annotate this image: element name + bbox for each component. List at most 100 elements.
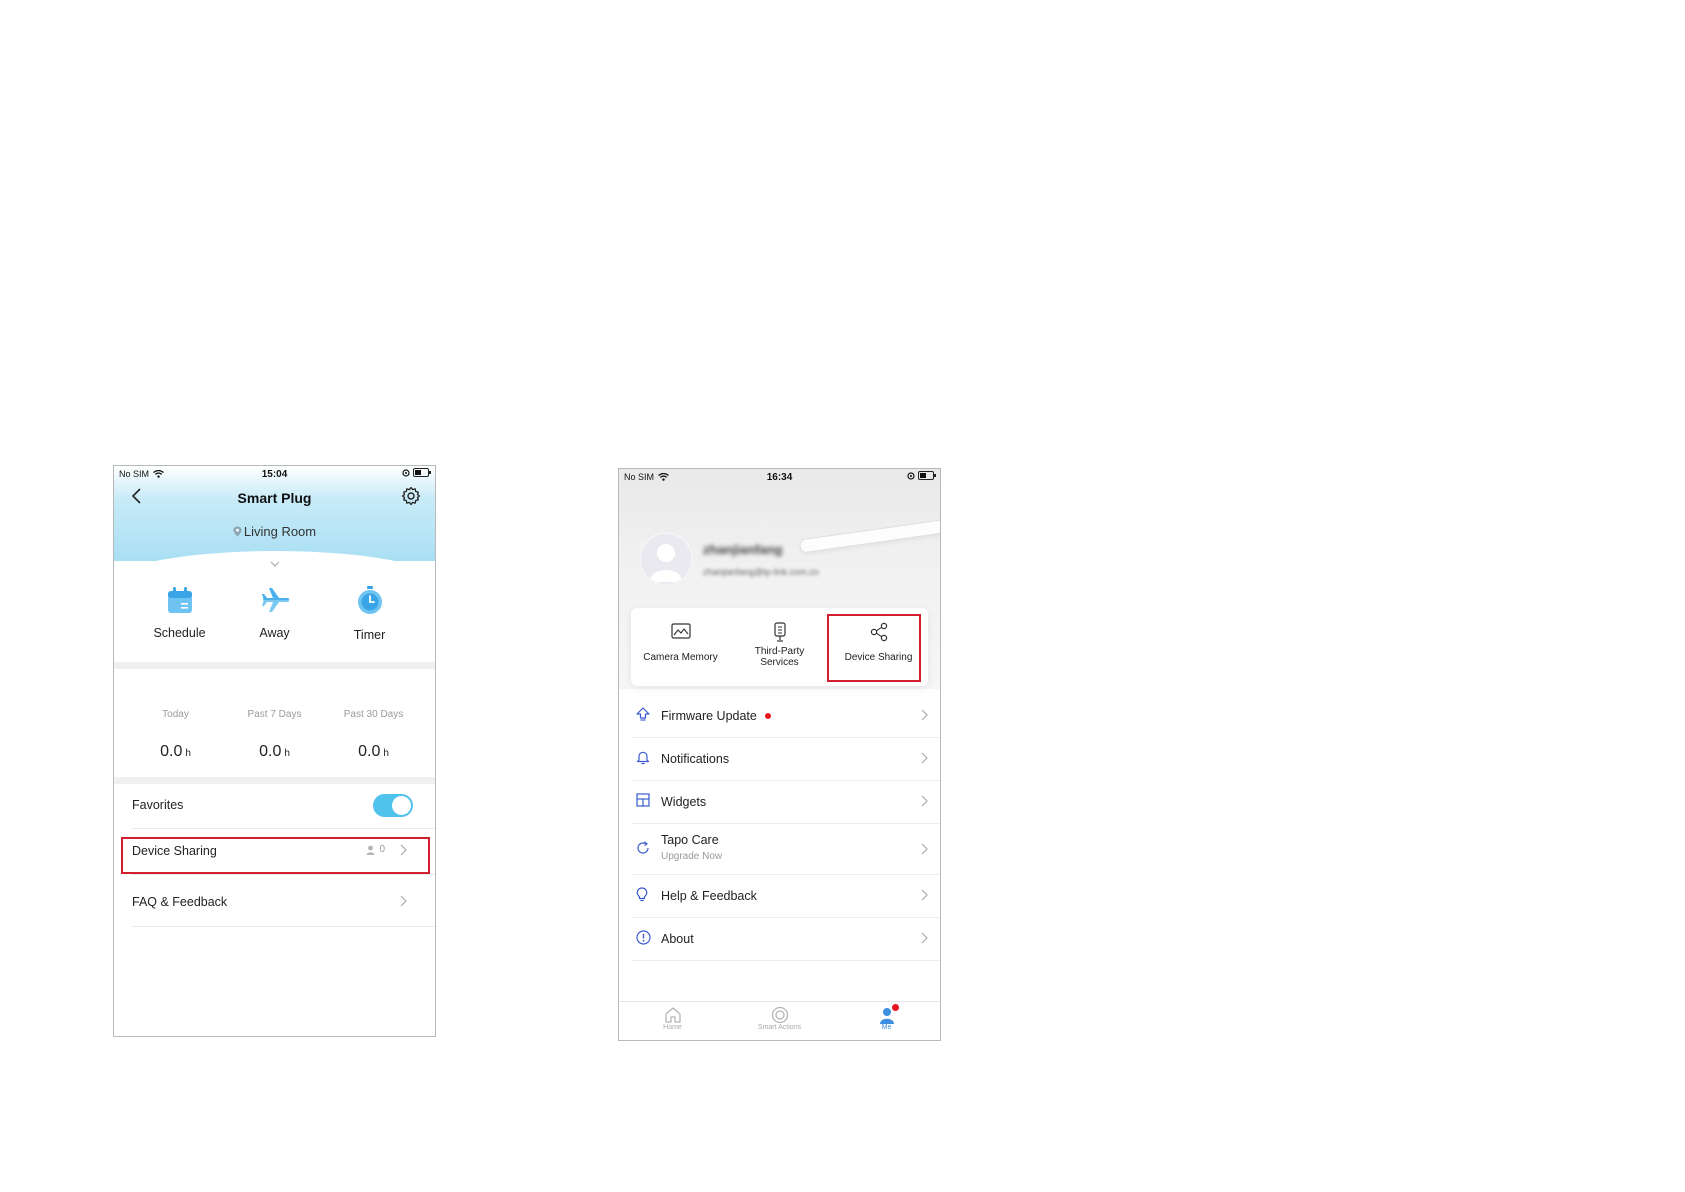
divider: [114, 777, 435, 784]
bell-icon: [636, 751, 650, 765]
stat-label: Today: [162, 709, 189, 720]
menu-item-help-feedback[interactable]: Help & Feedback: [631, 874, 940, 918]
update-badge: [764, 713, 771, 719]
battery-icon: [413, 468, 431, 477]
chevron-right-icon: [921, 889, 928, 901]
smart-plug-screen: No SIM 15:04 Smart Plug Living Room Sche…: [113, 465, 436, 1037]
tab-me[interactable]: Me: [833, 1002, 940, 1040]
tab-home-label: Home: [663, 1024, 682, 1031]
third-party-services-button[interactable]: Third-Party Services: [730, 608, 829, 686]
stat-unit: h: [383, 748, 389, 759]
highlight-box: [121, 837, 430, 874]
menu-item-about[interactable]: About: [631, 917, 940, 961]
schedule-button[interactable]: Schedule: [140, 586, 220, 656]
tapo-care-subtitle: Upgrade Now: [661, 851, 723, 862]
timer-button[interactable]: Timer: [330, 586, 410, 656]
away-button[interactable]: Away: [235, 586, 315, 656]
help-feedback-label: Help & Feedback: [661, 889, 757, 903]
status-bar: No SIM 16:34: [619, 469, 940, 485]
status-time: 15:04: [261, 469, 288, 480]
timer-label: Timer: [353, 628, 386, 642]
camera-memory-button[interactable]: Camera Memory: [631, 608, 730, 686]
gear-icon: [401, 486, 421, 506]
settings-button[interactable]: [401, 486, 421, 506]
menu-item-widgets[interactable]: Widgets: [631, 780, 940, 824]
notifications-label: Notifications: [661, 752, 730, 766]
stat-label: Past 30 Days: [343, 709, 404, 720]
stat-label: Past 7 Days: [247, 709, 302, 720]
menu-item-notifications[interactable]: Notifications: [631, 737, 940, 781]
status-bar: No SIM 15:04: [114, 466, 435, 482]
timer-icon: [357, 586, 382, 614]
stat-value: 0.0 h: [329, 743, 419, 761]
chevron-right-icon: [921, 709, 928, 721]
me-screen: No SIM 16:34 zhanjianfang zhanjianfang@t…: [618, 468, 941, 1041]
chevron-right-icon: [400, 895, 407, 910]
divider: [114, 662, 435, 669]
refresh-icon: [637, 841, 649, 854]
notification-badge: [892, 1004, 899, 1011]
expand-button[interactable]: [270, 554, 280, 572]
tapo-care-label: Tapo Care: [661, 833, 719, 847]
third-party-label-line2: Services: [760, 657, 799, 668]
faq-label: FAQ & Feedback: [132, 895, 228, 909]
background-lamp-image: [798, 518, 940, 554]
stat-past-7-days: Past 7 Days 0.0 h: [230, 681, 320, 781]
mode-buttons: Schedule Away Timer: [114, 586, 435, 656]
tab-bar: Home Smart Actions Me: [619, 1001, 940, 1040]
schedule-label: Schedule: [153, 626, 206, 640]
tab-home[interactable]: Home: [619, 1002, 726, 1040]
chevron-right-icon: [921, 795, 928, 807]
chevron-right-icon: [921, 932, 928, 944]
tab-smart-actions[interactable]: Smart Actions: [726, 1002, 833, 1040]
stat-value: 0.0 h: [131, 743, 221, 761]
profile-email: zhanjianfang@tp-link.com.cn: [703, 567, 819, 577]
orientation-lock-icon: [402, 468, 410, 477]
location-pin-icon: [233, 526, 242, 537]
info-icon: [636, 930, 651, 945]
firmware-update-text: Firmware Update: [661, 709, 757, 723]
page-title: Smart Plug: [237, 490, 312, 506]
widgets-icon: [636, 793, 650, 807]
favorites-toggle[interactable]: [373, 794, 413, 817]
faq-row[interactable]: FAQ & Feedback: [132, 876, 435, 927]
tab-me-label: Me: [881, 1024, 892, 1031]
menu-item-tapo-care[interactable]: Tapo Care Upgrade Now: [631, 823, 940, 875]
smart-actions-icon: [771, 1006, 788, 1024]
favorites-label: Favorites: [132, 798, 184, 812]
camera-memory-label: Camera Memory: [643, 652, 718, 663]
stat-today: Today 0.0 h: [131, 681, 221, 781]
stat-unit: h: [284, 748, 290, 759]
firmware-update-label: Firmware Update: [661, 709, 771, 723]
profile-name: zhanjianfang: [703, 542, 783, 557]
chevron-right-icon: [921, 752, 928, 764]
stat-unit: h: [185, 748, 191, 759]
orientation-lock-icon: [907, 471, 915, 480]
location-label[interactable]: Living Room: [114, 524, 435, 539]
away-label: Away: [259, 626, 290, 640]
tab-smart-actions-label: Smart Actions: [757, 1024, 802, 1031]
about-label: About: [661, 932, 694, 946]
menu-item-firmware-update[interactable]: Firmware Update: [631, 694, 940, 738]
third-party-label-line1: Third-Party: [754, 646, 805, 657]
battery-icon: [918, 471, 936, 480]
avatar[interactable]: [639, 532, 693, 586]
chevron-right-icon: [921, 843, 928, 855]
airplane-icon: [261, 588, 289, 612]
calendar-icon: [167, 587, 192, 613]
stat-past-30-days: Past 30 Days 0.0 h: [329, 681, 419, 781]
lightbulb-icon: [636, 887, 648, 902]
image-icon: [670, 623, 691, 639]
usage-stats: Today 0.0 h Past 7 Days 0.0 h Past 30 Days…: [114, 681, 435, 781]
stat-value: 0.0 h: [230, 743, 320, 761]
stat-number: 0.0: [259, 743, 282, 760]
widgets-label: Widgets: [661, 795, 707, 809]
upload-icon: [636, 707, 650, 721]
speaker-icon: [773, 622, 786, 642]
status-time: 16:34: [766, 472, 793, 483]
stat-number: 0.0: [160, 743, 183, 760]
highlight-box: [827, 614, 921, 682]
favorites-row: Favorites: [132, 784, 435, 829]
home-icon: [664, 1007, 681, 1023]
chevron-down-icon: [270, 561, 280, 567]
